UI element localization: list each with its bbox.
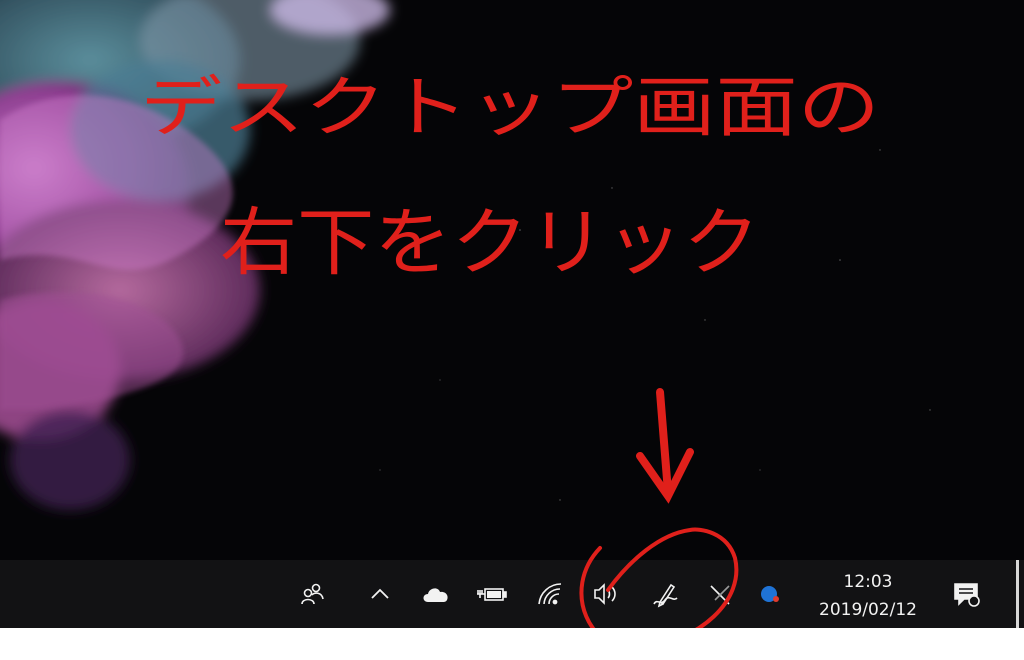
taskbar: 12:03 2019/02/12 bbox=[0, 527, 1024, 650]
desktop: デスクトップ画面の 右下をクリック bbox=[0, 0, 1024, 560]
wallpaper-smoke bbox=[0, 0, 931, 510]
page-bottom-margin bbox=[0, 628, 1024, 660]
